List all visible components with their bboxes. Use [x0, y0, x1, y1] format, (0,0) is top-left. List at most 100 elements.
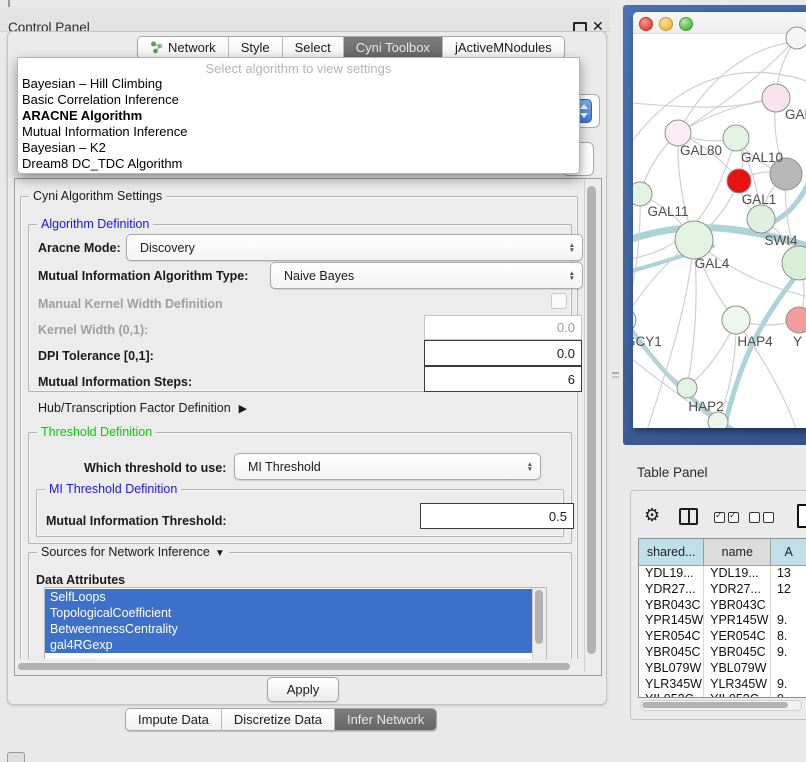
- aracne-mode-combo[interactable]: Discovery: [126, 234, 583, 261]
- tab-label: Discretize Data: [234, 712, 322, 727]
- table-cell: YLR345W: [704, 677, 771, 693]
- network-node[interactable]: [677, 378, 697, 398]
- dropdown-item[interactable]: Mutual Information Inference: [18, 124, 579, 140]
- dropdown-item[interactable]: Dream8 DC_TDC Algorithm: [18, 156, 579, 172]
- list-item[interactable]: SelfLoops: [45, 589, 532, 605]
- node-label: GAL80: [680, 143, 722, 158]
- tab-infer-network[interactable]: Infer Network: [335, 709, 436, 730]
- tab-label: Select: [295, 40, 331, 55]
- table-cell: YDR27...: [639, 582, 704, 598]
- edge: [633, 320, 687, 388]
- network-node[interactable]: [786, 307, 806, 333]
- apply-button[interactable]: Apply: [267, 677, 339, 702]
- control-panel-tabs: Network Style Select Cyni ToolboxjActiveMNo…: [137, 36, 565, 59]
- splitter-handle[interactable]: [612, 370, 619, 379]
- mi-threshold-field[interactable]: 0.5: [420, 503, 574, 529]
- tab-label: Network: [168, 40, 216, 55]
- column-header[interactable]: name: [704, 539, 771, 565]
- table-cell: YER054C: [704, 629, 771, 645]
- table-row[interactable]: YIL052CYIL052C9.: [639, 692, 806, 698]
- vertical-scrollbar[interactable]: [584, 180, 599, 672]
- tab-discretize-data[interactable]: Discretize Data: [222, 709, 335, 730]
- kernel-width-field[interactable]: 0.0: [424, 315, 582, 340]
- split-columns-icon[interactable]: [679, 508, 698, 525]
- tab-cyni-toolbox[interactable]: Cyni Toolbox: [344, 37, 443, 58]
- table-row[interactable]: YER054CYER054C8.: [639, 629, 806, 645]
- table-cell: YBR045C: [704, 645, 771, 661]
- mi-type-combo[interactable]: Naive Bayes: [270, 262, 583, 289]
- dropdown-item[interactable]: ARACNE Algorithm: [18, 108, 579, 124]
- mi-steps-field[interactable]: 6: [424, 366, 582, 392]
- network-node[interactable]: [708, 412, 728, 428]
- sources-group-title[interactable]: Sources for Network Inference: [37, 545, 229, 559]
- table-row[interactable]: YBR045CYBR045C9.: [639, 645, 806, 661]
- tab-network[interactable]: Network: [138, 37, 229, 58]
- table-row[interactable]: YLR345WYLR345W9.: [639, 677, 806, 693]
- kernel-width-label: Kernel Width (0,1):: [38, 323, 148, 337]
- network-node[interactable]: [782, 246, 806, 280]
- table-cell: YER054C: [639, 629, 704, 645]
- hub-definition-expander[interactable]: Hub/Transcription Factor Definition: [38, 401, 247, 415]
- node-label: HAP2: [688, 399, 723, 414]
- dropdown-item[interactable]: Basic Correlation Inference: [18, 92, 579, 108]
- manual-kernel-checkbox[interactable]: [551, 293, 567, 309]
- network-canvas[interactable]: GALGAL80GAL10GAL1GAL11SWI4GAL4GCY1HAP4YH…: [633, 12, 806, 428]
- which-threshold-combo[interactable]: MI Threshold: [234, 453, 541, 480]
- horizontal-scrollbar[interactable]: [16, 661, 582, 672]
- table-cell: 12: [771, 582, 806, 598]
- network-node[interactable]: [675, 221, 713, 259]
- deselect-all-icon[interactable]: [749, 512, 774, 523]
- dropdown-item[interactable]: Bayesian – Hill Climbing: [18, 76, 579, 92]
- dpi-tolerance-field[interactable]: 0.0: [424, 340, 582, 366]
- corner-button[interactable]: [7, 752, 25, 762]
- list-item[interactable]: TopologicalCoefficient: [45, 605, 532, 621]
- column-header[interactable]: shared...: [639, 539, 704, 565]
- table-horizontal-scrollbar[interactable]: [640, 700, 802, 711]
- mi-threshold-label: Mutual Information Threshold:: [46, 514, 227, 528]
- manual-kernel-label: Manual Kernel Width Definition: [38, 297, 223, 311]
- table-cell: [771, 598, 806, 614]
- table-row[interactable]: YPR145WYPR145W9.: [639, 613, 806, 629]
- network-node[interactable]: [633, 182, 652, 206]
- network-node[interactable]: [633, 308, 636, 332]
- group-title: MI Threshold Definition: [45, 482, 181, 496]
- group-title: Algorithm Definition: [37, 217, 153, 231]
- network-node[interactable]: [722, 306, 750, 334]
- gear-icon[interactable]: [644, 505, 660, 526]
- table-cell: 13: [771, 566, 806, 582]
- tab-label: Impute Data: [138, 712, 209, 727]
- list-item[interactable]: BetweennessCentrality: [45, 621, 532, 637]
- network-node[interactable]: [723, 125, 749, 151]
- combo-arrows-icon: [527, 462, 533, 472]
- table-cell: 9.: [771, 613, 806, 629]
- list-item[interactable]: gal4RGexp: [45, 637, 532, 653]
- node-label: GAL4: [695, 256, 730, 271]
- list-scrollbar[interactable]: [532, 588, 546, 659]
- network-node[interactable]: [727, 169, 751, 193]
- tab-jactivemnodules[interactable]: jActiveMNodules: [443, 37, 564, 58]
- tab-impute-data[interactable]: Impute Data: [126, 709, 222, 730]
- network-desktop: GALGAL80GAL10GAL1GAL11SWI4GAL4GCY1HAP4YH…: [623, 5, 806, 445]
- tab-select[interactable]: Select: [283, 37, 344, 58]
- control-panel-titlebar: Control Panel: [0, 8, 610, 32]
- table-row[interactable]: YBL079WYBL079W: [639, 661, 806, 677]
- data-attributes-list: SelfLoopsTopologicalCoefficientBetweenne…: [44, 587, 547, 659]
- dropdown-item[interactable]: Bayesian – K2: [18, 140, 579, 156]
- network-node[interactable]: [786, 27, 806, 49]
- network-node[interactable]: [747, 205, 775, 233]
- table-row[interactable]: YBR043CYBR043C: [639, 598, 806, 614]
- select-all-icon[interactable]: [714, 512, 739, 523]
- table-row[interactable]: YDL19...YDL19...13: [639, 566, 806, 582]
- node-label: GAL10: [741, 150, 783, 165]
- node-label: GCY1: [633, 334, 662, 349]
- settings-viewport: Cyni Algorithm Settings Algorithm Defini…: [15, 179, 583, 659]
- network-icon: [150, 41, 163, 54]
- column-header[interactable]: A: [771, 539, 806, 565]
- combo-arrows-icon: [569, 271, 575, 281]
- document-icon[interactable]: [797, 504, 806, 528]
- table-row[interactable]: YDR27...YDR27...12: [639, 582, 806, 598]
- table-cell: YLR345W: [639, 677, 704, 693]
- group-title: Threshold Definition: [37, 425, 156, 439]
- tab-style[interactable]: Style: [229, 37, 283, 58]
- table-cell: 9.: [771, 677, 806, 693]
